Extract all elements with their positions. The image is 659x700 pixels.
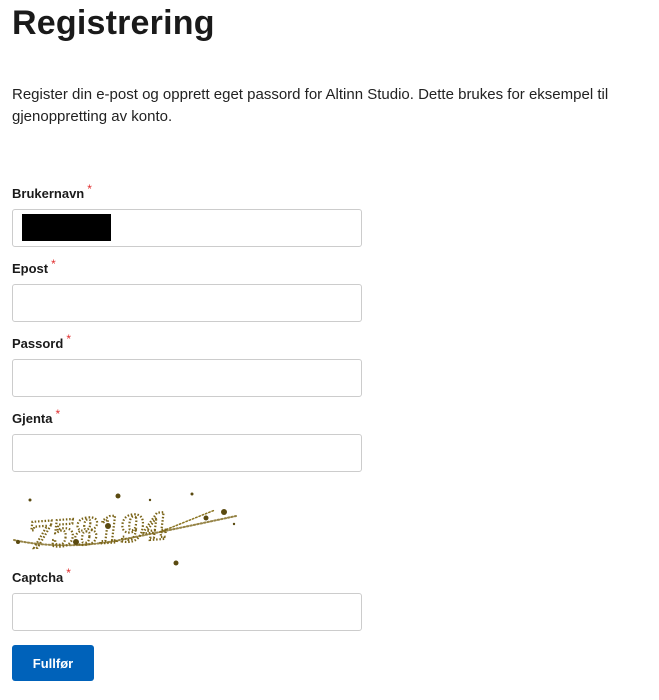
email-input[interactable] <box>12 284 362 322</box>
password-label-text: Passord <box>12 336 64 351</box>
repeat-password-label-text: Gjenta <box>12 411 53 426</box>
page-title: Registrering <box>12 4 215 42</box>
submit-button[interactable]: Fullfør <box>12 645 94 681</box>
required-mark: * <box>87 182 92 196</box>
email-label-text: Epost <box>12 261 49 276</box>
redacted-username-value <box>22 214 111 241</box>
username-label: Brukernavn * <box>12 182 92 201</box>
captcha-glyphs: 758194 <box>27 506 168 558</box>
repeat-password-input[interactable] <box>12 434 362 472</box>
password-input[interactable] <box>12 359 362 397</box>
required-mark: * <box>51 257 56 271</box>
required-mark: * <box>66 566 71 580</box>
repeat-password-label: Gjenta * <box>12 407 60 426</box>
required-mark: * <box>66 332 71 346</box>
username-label-text: Brukernavn <box>12 186 85 201</box>
captcha-input[interactable] <box>12 593 362 631</box>
intro-text: Register din e-post og opprett eget pass… <box>12 86 609 125</box>
required-mark: * <box>55 407 61 421</box>
captcha-label: Captcha * <box>12 566 71 585</box>
email-label: Epost * <box>12 257 56 276</box>
captcha-label-text: Captcha <box>12 570 64 585</box>
captcha-image: 758194 <box>13 492 237 566</box>
password-label: Passord * <box>12 332 71 351</box>
registration-page: Registrering Register din e-post og oppr… <box>0 0 659 700</box>
